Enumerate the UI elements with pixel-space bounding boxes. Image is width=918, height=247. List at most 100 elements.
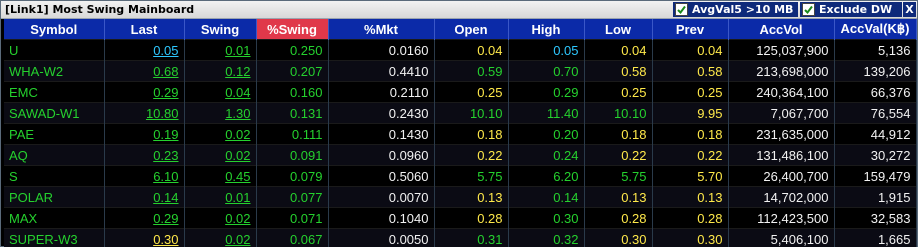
cell-swing[interactable]: 0.01	[184, 39, 257, 61]
col-header-accval[interactable]: AccVal(K฿)	[834, 19, 917, 40]
cell-open: 0.59	[434, 60, 509, 82]
cell-accval: 1,665	[834, 228, 917, 247]
cell-accval: 139,206	[834, 60, 917, 82]
cell-last[interactable]: 0.14	[104, 186, 185, 208]
cell-high: 0.14	[508, 186, 585, 208]
filter-exclude-dw[interactable]: Exclude DW	[800, 2, 902, 17]
cell-low: 0.28	[584, 207, 653, 229]
col-header-pct-mkt[interactable]: %Mkt	[328, 19, 435, 40]
cell-open: 0.13	[434, 186, 509, 208]
cell-symbol: AQ	[4, 144, 105, 166]
cell-pct-mkt: 0.2430	[328, 102, 435, 124]
cell-swing[interactable]: 0.02	[184, 207, 257, 229]
window-title: [Link1] Most Swing Mainboard	[5, 3, 195, 16]
table-row[interactable]: PAE 0.19 0.02 0.111 0.1430 0.18 0.20 0.18 0.18 23…	[4, 123, 917, 145]
cell-prev: 0.25	[652, 81, 729, 103]
cell-prev: 0.22	[652, 144, 729, 166]
cell-accval: 44,912	[834, 123, 917, 145]
cell-swing[interactable]: 0.02	[184, 228, 257, 247]
table-row[interactable]: SAWAD-W1 10.80 1.30 0.131 0.2430 10.10 11.40 10…	[4, 102, 917, 124]
cell-swing[interactable]: 0.02	[184, 123, 257, 145]
cell-last[interactable]: 6.10	[104, 165, 185, 187]
cell-open: 0.04	[434, 39, 509, 61]
cell-pct-swing: 0.067	[256, 228, 329, 247]
cell-accval: 32,583	[834, 207, 917, 229]
cell-low: 10.10	[584, 102, 653, 124]
cell-open: 5.75	[434, 165, 509, 187]
cell-swing[interactable]: 0.02	[184, 144, 257, 166]
table-row[interactable]: WHA-W2 0.68 0.12 0.207 0.4410 0.59 0.70 0.58 0.5…	[4, 60, 917, 82]
col-header-symbol[interactable]: Symbol	[4, 19, 105, 40]
cell-high: 11.40	[508, 102, 585, 124]
cell-accval: 1,915	[834, 186, 917, 208]
cell-pct-mkt: 0.2110	[328, 81, 435, 103]
cell-last[interactable]: 0.19	[104, 123, 185, 145]
table-row[interactable]: EMC 0.29 0.04 0.160 0.2110 0.25 0.29 0.25 0.25 24…	[4, 81, 917, 103]
cell-swing[interactable]: 0.12	[184, 60, 257, 82]
cell-low: 0.18	[584, 123, 653, 145]
cell-prev: 0.28	[652, 207, 729, 229]
col-header-prev[interactable]: Prev	[652, 19, 729, 40]
checkbox-avgval5[interactable]	[675, 3, 688, 16]
col-header-accvol[interactable]: AccVol	[728, 19, 835, 40]
cell-prev: 9.95	[652, 102, 729, 124]
cell-high: 0.30	[508, 207, 585, 229]
cell-last[interactable]: 0.29	[104, 81, 185, 103]
close-button[interactable]: X	[903, 2, 916, 17]
cell-last[interactable]: 10.80	[104, 102, 185, 124]
col-header-pct-swing[interactable]: %Swing	[256, 19, 329, 40]
cell-accvol: 5,406,100	[728, 228, 835, 247]
cell-prev: 0.04	[652, 39, 729, 61]
table-row[interactable]: S 6.10 0.45 0.079 0.5060 5.75 6.20 5.75 5.70 26,4…	[4, 165, 917, 187]
cell-accvol: 26,400,700	[728, 165, 835, 187]
cell-swing[interactable]: 1.30	[184, 102, 257, 124]
cell-pct-mkt: 0.0070	[328, 186, 435, 208]
cell-swing[interactable]: 0.01	[184, 186, 257, 208]
table-row[interactable]: U 0.05 0.01 0.250 0.0160 0.04 0.05 0.04 0.04 125,…	[4, 39, 917, 61]
col-header-high[interactable]: High	[508, 19, 585, 40]
checkbox-exclude-dw[interactable]	[802, 3, 815, 16]
cell-last[interactable]: 0.05	[104, 39, 185, 61]
filter-avgval5[interactable]: AvgVal5 >10 MB	[673, 2, 798, 17]
cell-swing[interactable]: 0.45	[184, 165, 257, 187]
cell-prev: 0.13	[652, 186, 729, 208]
cell-last[interactable]: 0.68	[104, 60, 185, 82]
cell-symbol: WHA-W2	[4, 60, 105, 82]
table-row[interactable]: POLAR 0.14 0.01 0.077 0.0070 0.13 0.14 0.13 0.13…	[4, 186, 917, 208]
col-header-swing[interactable]: Swing	[184, 19, 257, 40]
cell-symbol: SAWAD-W1	[4, 102, 105, 124]
cell-swing[interactable]: 0.04	[184, 81, 257, 103]
cell-high: 0.29	[508, 81, 585, 103]
cell-pct-swing: 0.111	[256, 123, 329, 145]
cell-pct-swing: 0.207	[256, 60, 329, 82]
cell-high: 6.20	[508, 165, 585, 187]
col-header-open[interactable]: Open	[434, 19, 509, 40]
cell-symbol: SUPER-W3	[4, 228, 105, 247]
cell-last[interactable]: 0.30	[104, 228, 185, 247]
swing-table: Symbol Last Swing %Swing %Mkt Open High …	[4, 19, 917, 247]
cell-last[interactable]: 0.23	[104, 144, 185, 166]
col-header-low[interactable]: Low	[584, 19, 653, 40]
table-row[interactable]: AQ 0.23 0.02 0.091 0.0960 0.22 0.24 0.22 0.22 131…	[4, 144, 917, 166]
cell-pct-swing: 0.131	[256, 102, 329, 124]
cell-low: 5.75	[584, 165, 653, 187]
cell-low: 0.25	[584, 81, 653, 103]
cell-pct-mkt: 0.1040	[328, 207, 435, 229]
cell-pct-swing: 0.071	[256, 207, 329, 229]
cell-open: 0.28	[434, 207, 509, 229]
cell-symbol: MAX	[4, 207, 105, 229]
cell-accvol: 231,635,000	[728, 123, 835, 145]
cell-low: 0.22	[584, 144, 653, 166]
cell-last[interactable]: 0.29	[104, 207, 185, 229]
col-header-last[interactable]: Last	[104, 19, 185, 40]
cell-low: 0.04	[584, 39, 653, 61]
cell-symbol: EMC	[4, 81, 105, 103]
cell-low: 0.58	[584, 60, 653, 82]
cell-open: 0.31	[434, 228, 509, 247]
cell-accvol: 7,067,700	[728, 102, 835, 124]
table-row[interactable]: SUPER-W3 0.30 0.02 0.067 0.0050 0.31 0.32 0.30 0…	[4, 228, 917, 247]
cell-accval: 30,272	[834, 144, 917, 166]
cell-pct-swing: 0.079	[256, 165, 329, 187]
check-icon	[804, 5, 813, 15]
table-row[interactable]: MAX 0.29 0.02 0.071 0.1040 0.28 0.30 0.28 0.28 11…	[4, 207, 917, 229]
